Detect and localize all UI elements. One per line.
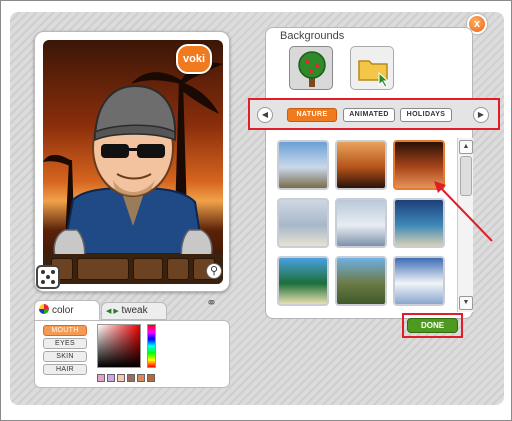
avatar-shelf (43, 254, 223, 284)
filter-animated-button[interactable]: ANIMATED (343, 108, 395, 122)
filter-bar: ◀ NATURE ANIMATED HOLIDAYS ▶ (250, 100, 498, 128)
done-button[interactable]: DONE (407, 318, 458, 333)
arrows-icon: ◀ ▶ (106, 308, 119, 315)
color-swatch[interactable] (107, 374, 115, 382)
avatar-illustration (43, 62, 223, 284)
background-thumbnail-snow-field[interactable] (335, 198, 387, 248)
background-thumbnail-rock-cliff[interactable] (335, 256, 387, 306)
part-skin-button[interactable]: SKIN (43, 351, 87, 362)
done-highlight: DONE (402, 313, 463, 338)
link-icon[interactable]: ⚭ (206, 295, 224, 310)
background-thumbnail-sunset-sea[interactable] (335, 140, 387, 190)
tab-color[interactable]: color (34, 300, 100, 322)
avatar-preview (43, 40, 223, 284)
filter-prev-button[interactable]: ◀ (257, 107, 273, 123)
background-thumbnail-mountain-lake[interactable] (277, 140, 329, 190)
part-mouth-button[interactable]: MOUTH (43, 325, 87, 336)
background-thumbnail-palm-tree[interactable] (277, 256, 329, 306)
category-nature[interactable] (289, 46, 333, 90)
background-grid (275, 138, 451, 312)
color-swatch[interactable] (97, 374, 105, 382)
backgrounds-title: Backgrounds (280, 30, 345, 42)
filter-bar-highlight: ◀ NATURE ANIMATED HOLIDAYS ▶ (248, 98, 500, 130)
filter-nature-button[interactable]: NATURE (287, 108, 337, 122)
voki-logo: voki (176, 44, 212, 74)
background-thumbnail-sand-dunes[interactable] (277, 198, 329, 248)
randomize-dice-icon[interactable] (36, 265, 60, 289)
filter-holidays-button[interactable]: HOLIDAYS (400, 108, 452, 122)
scroll-down-button[interactable]: ▼ (459, 296, 473, 310)
part-hair-button[interactable]: HAIR (43, 364, 87, 375)
filter-next-button[interactable]: ▶ (473, 107, 489, 123)
scroll-up-button[interactable]: ▲ (459, 140, 473, 154)
shelf-slot (133, 258, 163, 280)
color-swatch[interactable] (137, 374, 145, 382)
zoom-icon[interactable]: ⚲ (206, 263, 222, 279)
color-palette[interactable] (97, 324, 141, 368)
color-panel: MOUTH EYES SKIN HAIR (34, 320, 230, 388)
folder-icon (358, 60, 390, 88)
tab-tweak-label: tweak (121, 305, 148, 316)
color-wheel-icon (39, 304, 49, 314)
category-folder[interactable] (350, 46, 394, 90)
pointer-arrow (434, 181, 493, 242)
hue-slider[interactable] (147, 324, 156, 368)
color-swatch[interactable] (147, 374, 155, 382)
part-eyes-button[interactable]: EYES (43, 338, 87, 349)
tree-icon (298, 51, 326, 87)
color-swatch[interactable] (117, 374, 125, 382)
tab-color-label: color (52, 305, 74, 316)
shelf-slot (77, 258, 129, 280)
tab-tweak[interactable]: ◀ ▶ tweak (101, 302, 167, 320)
color-swatch[interactable] (127, 374, 135, 382)
shelf-slot (167, 258, 189, 280)
background-thumbnail-snowy-peak[interactable] (393, 256, 445, 306)
